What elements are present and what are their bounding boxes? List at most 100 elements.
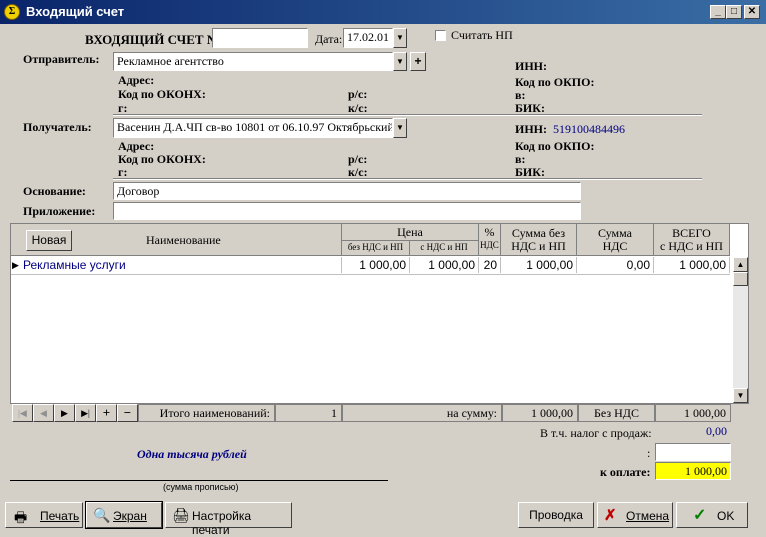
sender-rs-label: р/с:	[348, 87, 368, 101]
cancel-button[interactable]: ✗ Отмена	[597, 502, 673, 528]
basis-input[interactable]: Договор	[113, 182, 581, 200]
title-bar[interactable]: Σ Входящий счет _ □ ✕	[0, 0, 766, 24]
sender-okpo-label: Код по ОКПО:	[515, 75, 595, 89]
first-record-button[interactable]: |◀	[12, 404, 33, 422]
scroll-thumb[interactable]	[733, 272, 748, 286]
add-sender-button[interactable]: +	[410, 52, 426, 71]
printer-settings-icon: 🖨	[172, 507, 190, 523]
sales-tax-value: 0,00	[706, 424, 727, 438]
plus-icon: +	[414, 54, 422, 68]
row-price-no-vat-cell[interactable]: 1 000,00	[342, 257, 410, 273]
cross-icon: ✗	[604, 507, 617, 524]
to-pay-value: 1 000,00	[655, 462, 731, 480]
arrow-up-icon: ▲	[736, 260, 745, 269]
items-count-label: Итого наименований:	[138, 404, 275, 422]
row-sum-vat-cell[interactable]: 0,00	[577, 257, 654, 273]
col-header-total[interactable]: ВСЕГО с НДС и НП	[654, 224, 730, 256]
amount-words-caption: (сумма прописью)	[163, 482, 239, 492]
sales-tax-label: В т.ч. налог с продаж:	[540, 426, 652, 440]
ok-button[interactable]: ✓ OK	[676, 502, 748, 528]
col-header-name[interactable]: Новая Наименование	[11, 224, 342, 256]
window-title: Входящий счет	[26, 4, 125, 19]
amount-in-words: Одна тысяча рублей	[137, 447, 247, 461]
col-header-price-vat[interactable]: с НДС и НП	[410, 241, 479, 256]
recipient-inn-value: 519100484496	[553, 122, 625, 136]
col-header-price: Цена	[342, 224, 479, 241]
col-pct-label: %	[484, 225, 495, 239]
no-vat-label: Без НДС	[578, 404, 655, 422]
plus-icon: +	[102, 405, 111, 420]
recipient-select[interactable]: Васенин Д.А.ЧП св-во 10801 от 06.10.97 О…	[113, 118, 393, 138]
calc-np-checkbox[interactable]	[435, 30, 446, 41]
extra-field[interactable]	[655, 443, 731, 461]
col-header-pct[interactable]: % НДС	[479, 224, 501, 256]
items-grid[interactable]: Новая Наименование Цена без НДС и НП с Н…	[10, 223, 749, 404]
date-input[interactable]: 17.02.01	[343, 28, 393, 48]
col-total-line2: с НДС и НП	[660, 239, 723, 253]
ok-button-label: OK	[717, 509, 735, 523]
printer-icon: 🖶	[14, 509, 28, 525]
attachment-input[interactable]	[113, 202, 581, 220]
maximize-button[interactable]: □	[726, 5, 742, 19]
prior-icon: ◀	[40, 408, 47, 418]
date-label: Дата:	[315, 32, 343, 46]
table-row[interactable]: ▶ Рекламные услуги 1 000,00 1 000,00 20 …	[11, 257, 730, 275]
sender-dropdown-button[interactable]: ▼	[393, 52, 407, 71]
col-sum-no-vat-line2: НДС и НП	[511, 239, 566, 253]
scroll-down-button[interactable]: ▼	[733, 388, 748, 403]
scroll-up-button[interactable]: ▲	[733, 257, 748, 272]
sum-label: на сумму:	[342, 404, 502, 422]
row-name-cell[interactable]: Рекламные услуги	[23, 257, 342, 273]
chevron-down-icon: ▼	[396, 33, 404, 42]
check-icon: ✓	[693, 507, 707, 524]
cancel-button-label: Отмена	[626, 509, 670, 523]
basis-label: Основание:	[23, 184, 86, 198]
print-button[interactable]: 🖶 Печать	[5, 502, 83, 528]
col-sum-vat-line2: НДС	[602, 239, 628, 253]
row-pct-cell[interactable]: 20	[479, 257, 501, 273]
close-button[interactable]: ✕	[744, 5, 760, 19]
sender-okonh-label: Код по ОКОНХ:	[118, 87, 206, 101]
total-value: 1 000,00	[655, 404, 731, 422]
first-icon: |◀	[18, 408, 27, 418]
doc-title-label: ВХОДЯЩИЙ СЧЕТ №	[85, 32, 220, 47]
row-pointer-icon: ▶	[12, 260, 19, 270]
amount-words-underline	[10, 480, 388, 481]
arrow-down-icon: ▼	[736, 391, 745, 400]
calc-np-label: Считать НП	[451, 28, 513, 42]
col-header-sum-vat[interactable]: Сумма НДС	[577, 224, 654, 256]
insert-record-button[interactable]: +	[96, 404, 117, 422]
last-icon: ▶|	[81, 408, 90, 418]
recipient-dropdown-button[interactable]: ▼	[393, 118, 407, 138]
sender-select[interactable]: Рекламное агентство	[113, 52, 393, 71]
recipient-separator	[113, 178, 702, 180]
row-price-vat-cell[interactable]: 1 000,00	[410, 257, 479, 273]
app-icon[interactable]: Σ	[4, 4, 20, 20]
recipient-label: Получатель:	[23, 120, 92, 134]
delete-record-button[interactable]: −	[117, 404, 138, 422]
post-button[interactable]: Проводка	[518, 502, 594, 528]
new-row-button[interactable]: Новая	[26, 230, 72, 251]
print-settings-label: Настройка печати	[192, 509, 252, 537]
items-count-value: 1	[275, 404, 342, 422]
col-header-price-no-vat[interactable]: без НДС и НП	[342, 241, 410, 256]
minimize-button[interactable]: _	[710, 5, 726, 19]
chevron-down-icon: ▼	[396, 57, 404, 66]
col-pct-sub-label: НДС	[480, 240, 499, 250]
vertical-scrollbar[interactable]: ▲ ▼	[733, 257, 748, 403]
chevron-down-icon: ▼	[396, 123, 404, 132]
col-header-sum-no-vat[interactable]: Сумма без НДС и НП	[501, 224, 577, 256]
next-record-button[interactable]: ▶	[54, 404, 75, 422]
last-record-button[interactable]: ▶|	[75, 404, 96, 422]
screen-button[interactable]: 🔍 Экран	[85, 501, 163, 529]
row-total-cell[interactable]: 1 000,00	[654, 257, 730, 273]
extra-colon: :	[647, 446, 651, 460]
sender-separator	[113, 114, 702, 116]
prior-record-button[interactable]: ◀	[33, 404, 54, 422]
print-settings-button[interactable]: 🖨 Настройка печати	[165, 502, 292, 537]
row-sum-no-vat-cell[interactable]: 1 000,00	[501, 257, 577, 273]
doc-number-input[interactable]	[212, 28, 308, 48]
print-button-label: Печать	[40, 509, 80, 523]
date-dropdown-button[interactable]: ▼	[393, 28, 407, 48]
recipient-inn-label: ИНН:	[515, 122, 547, 136]
